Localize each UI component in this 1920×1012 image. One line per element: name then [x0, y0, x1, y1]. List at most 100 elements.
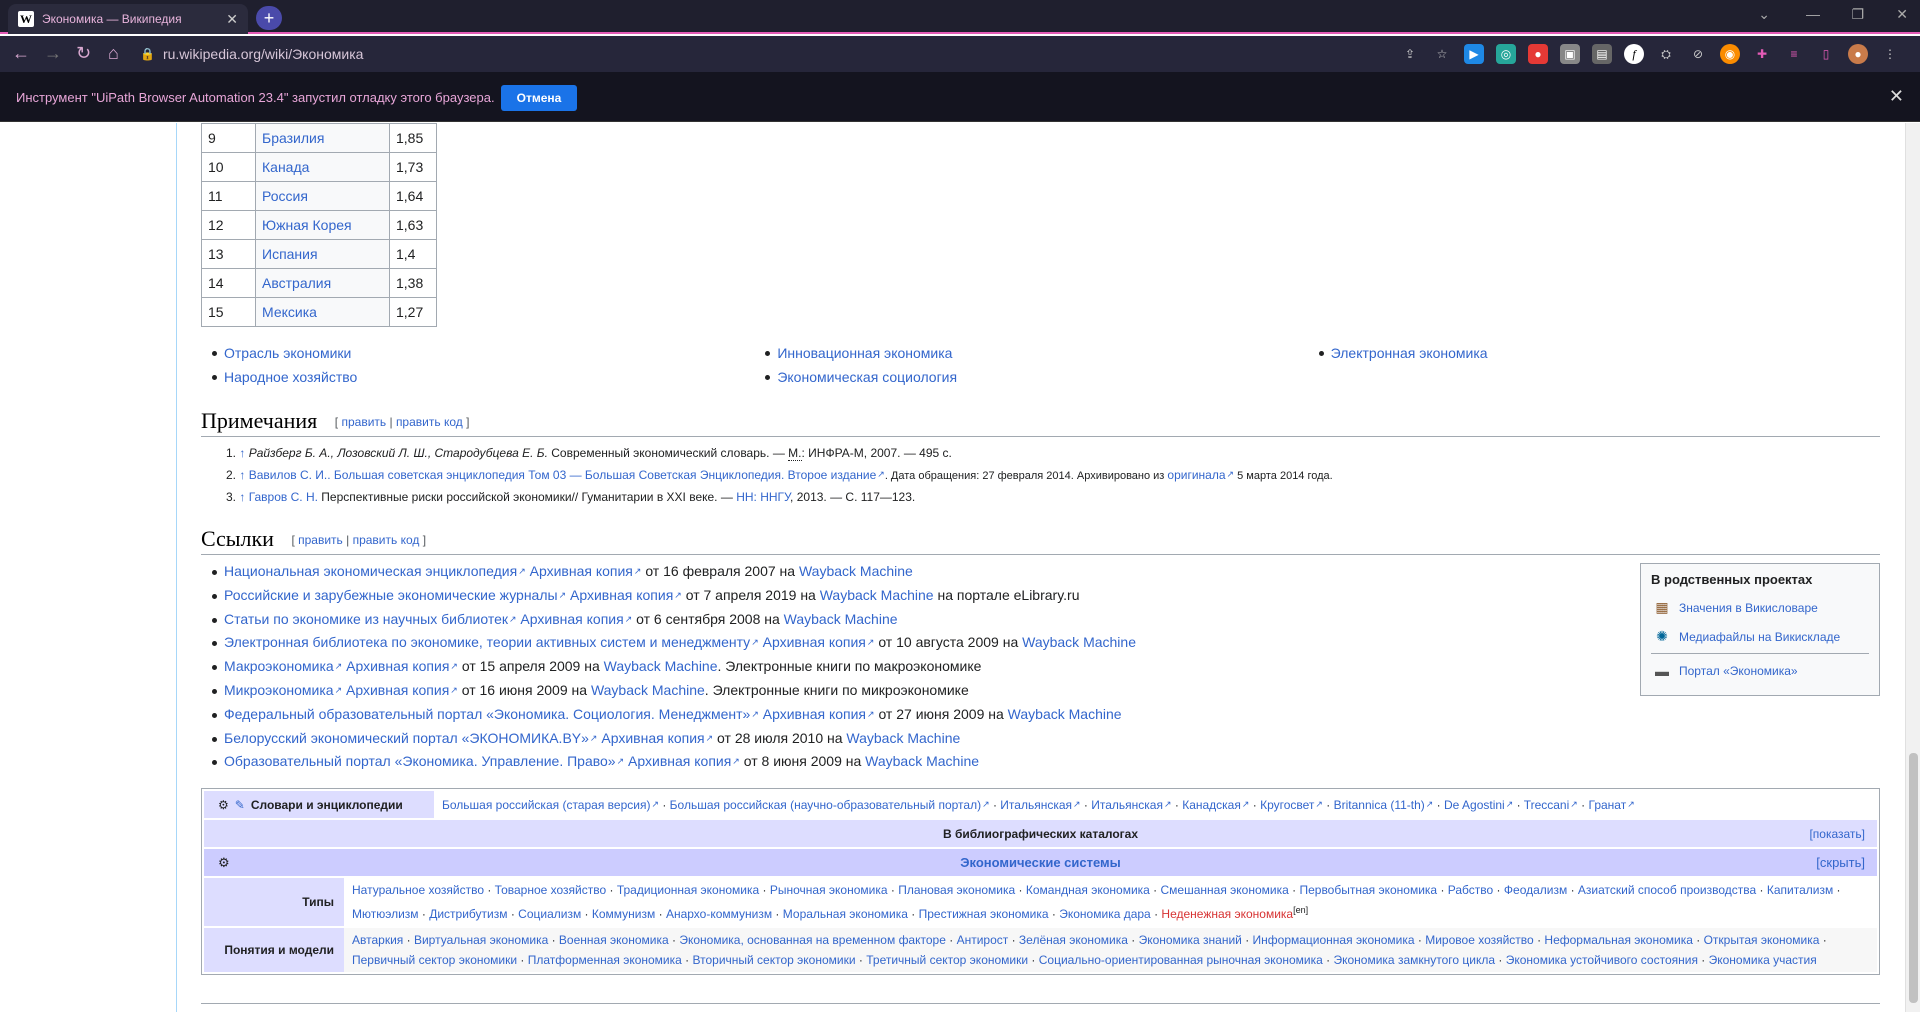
country-link[interactable]: Испания	[262, 246, 318, 262]
navbox-link[interactable]: Treccani	[1524, 798, 1578, 812]
navbox-link[interactable]: Командная экономика	[1026, 883, 1150, 897]
navbox-link[interactable]: Третичный сектор экономики	[866, 953, 1028, 967]
navbox-link[interactable]: Платформенная экономика	[528, 953, 682, 967]
navbox-link[interactable]: De Agostini	[1444, 798, 1513, 812]
navbox-link[interactable]: Большая российская (научно-образовательн…	[670, 798, 990, 812]
archive-link[interactable]: Архивная копия	[520, 611, 632, 627]
note-link[interactable]: НН: ННГУ	[736, 490, 790, 504]
see-also-link[interactable]: Отрасль экономики	[224, 345, 351, 361]
backlink-arrow[interactable]: ↑	[239, 446, 245, 460]
extension-7-icon[interactable]: ⊘	[1688, 44, 1708, 64]
navbox-link[interactable]: Мютюэлизм	[352, 907, 419, 921]
navbox-link[interactable]: Итальянская	[1000, 798, 1080, 812]
navbox-link[interactable]: Мировое хозяйство	[1425, 933, 1534, 947]
navbox-link[interactable]: Экономика замкнутого цикла	[1333, 953, 1495, 967]
navbox-link[interactable]: Открытая экономика	[1704, 933, 1820, 947]
edit-link[interactable]: править	[298, 533, 343, 547]
close-tab-icon[interactable]: ✕	[226, 11, 238, 28]
navbox-link[interactable]: Дистрибутизм	[429, 907, 507, 921]
navbox-link[interactable]: Товарное хозяйство	[495, 883, 606, 897]
external-link[interactable]: Федеральный образовательный портал «Экон…	[224, 706, 759, 722]
navbox-link[interactable]: Экономика устойчивого состояния	[1506, 953, 1698, 967]
economic-systems-title[interactable]: Экономические системы	[960, 855, 1121, 870]
archive-link[interactable]: Архивная копия	[601, 730, 713, 746]
navbox-link[interactable]: Вторичный сектор экономики	[693, 953, 856, 967]
external-link[interactable]: Макроэкономика	[224, 658, 342, 674]
lock-icon[interactable]: 🔒	[140, 47, 155, 61]
navbox-link[interactable]: Азиатский способ производства	[1578, 883, 1756, 897]
archive-link[interactable]: Архивная копия	[570, 587, 682, 603]
country-link[interactable]: Южная Корея	[262, 217, 352, 233]
wayback-machine-link[interactable]: Wayback Machine	[799, 563, 913, 579]
wayback-machine-link[interactable]: Wayback Machine	[846, 730, 960, 746]
navbox-link[interactable]: Экономика, основанная на временном факто…	[679, 933, 946, 947]
wayback-machine-link[interactable]: Wayback Machine	[591, 682, 705, 698]
portal-item[interactable]: ▬ Портал «Экономика»	[1651, 656, 1869, 685]
hide-toggle[interactable]: [скрыть]	[1816, 855, 1865, 870]
navbox-link[interactable]: Britannica (11-th)	[1334, 798, 1434, 812]
back-icon[interactable]: ←	[12, 44, 30, 62]
share-icon[interactable]: ⇪	[1400, 44, 1420, 64]
navbox-link[interactable]: Социализм	[518, 907, 581, 921]
note-link[interactable]: Вавилов С. И.. Большая советская энцикло…	[249, 468, 885, 482]
country-link[interactable]: Бразилия	[262, 130, 324, 146]
wayback-machine-link[interactable]: Wayback Machine	[604, 658, 718, 674]
navbox-link[interactable]: Зелёная экономика	[1019, 933, 1128, 947]
wiktionary-link[interactable]: Значения в Викисловаре	[1679, 601, 1818, 615]
forward-icon[interactable]: →	[44, 44, 62, 62]
wayback-machine-link[interactable]: Wayback Machine	[784, 611, 898, 627]
wayback-machine-link[interactable]: Wayback Machine	[1022, 634, 1136, 650]
navbox-link[interactable]: Смешанная экономика	[1161, 883, 1289, 897]
gear-icon[interactable]: ⚙	[218, 855, 230, 871]
navbox-link[interactable]: Экономика дара	[1059, 907, 1150, 921]
navbox-link[interactable]: Первобытная экономика	[1299, 883, 1437, 897]
side-panel-icon[interactable]: ▯	[1816, 44, 1836, 64]
extension-1-icon[interactable]: ▶	[1464, 44, 1484, 64]
navbox-link[interactable]: Канадская	[1182, 798, 1249, 812]
extension-8-icon[interactable]: ◉	[1720, 44, 1740, 64]
navbox-link[interactable]: Кругосвет	[1260, 798, 1323, 812]
bookmark-star-icon[interactable]: ☆	[1432, 44, 1452, 64]
menu-kebab-icon[interactable]: ⋮	[1880, 44, 1900, 64]
navbox-link[interactable]: Коммунизм	[592, 907, 655, 921]
wayback-machine-link[interactable]: Wayback Machine	[1008, 706, 1122, 722]
restore-button[interactable]: ❐	[1851, 6, 1864, 23]
navbox-link[interactable]: Моральная экономика	[783, 907, 908, 921]
external-link[interactable]: Российские и зарубежные экономические жу…	[224, 587, 566, 603]
gear-icon[interactable]: ⚙	[218, 798, 229, 812]
extension-3-icon[interactable]: ●	[1528, 44, 1548, 64]
home-icon[interactable]: ⌂	[108, 44, 119, 62]
navbox-link[interactable]: Виртуальная экономика	[414, 933, 548, 947]
external-link[interactable]: Национальная экономическая энциклопедия	[224, 563, 526, 579]
archive-link[interactable]: Архивная копия	[346, 682, 458, 698]
navbox-link[interactable]: Плановая экономика	[898, 883, 1015, 897]
pencil-icon[interactable]: ✎	[235, 798, 245, 812]
media-icon[interactable]: ≡	[1784, 44, 1804, 64]
archive-link[interactable]: Архивная копия	[628, 753, 740, 769]
note-link[interactable]: Гавров С. Н.	[249, 490, 318, 504]
navbox-link[interactable]: Капитализм	[1767, 883, 1833, 897]
note-link[interactable]: оригинала	[1167, 468, 1234, 482]
see-also-link[interactable]: Экономическая социология	[777, 369, 957, 385]
navbox-link[interactable]: Анархо-коммунизм	[666, 907, 772, 921]
navbox-link[interactable]: Традиционная экономика	[617, 883, 759, 897]
archive-link[interactable]: Архивная копия	[763, 634, 875, 650]
commons-link[interactable]: Медиафайлы на Викискладе	[1679, 630, 1840, 644]
navbox-link[interactable]: Большая российская (старая версия)	[442, 798, 659, 812]
external-link[interactable]: Статьи по экономике из научных библиотек	[224, 611, 517, 627]
navbox-link[interactable]: Рыночная экономика	[770, 883, 888, 897]
navbox-link[interactable]: Автаркия	[352, 933, 403, 947]
backlink-arrow[interactable]: ↑	[239, 468, 245, 482]
cancel-button[interactable]: Отмена	[501, 85, 577, 111]
wiktionary-item[interactable]: ▦ Значения в Викисловаре	[1651, 593, 1869, 622]
extension-4-icon[interactable]: ▣	[1560, 44, 1580, 64]
external-link[interactable]: Электронная библиотека по экономике, тео…	[224, 634, 759, 650]
show-toggle[interactable]: [показать]	[1809, 827, 1865, 841]
navbox-link[interactable]: Экономика знаний	[1139, 933, 1242, 947]
wayback-machine-link[interactable]: Wayback Machine	[820, 587, 934, 603]
navbox-link[interactable]: Первичный сектор экономики	[352, 953, 517, 967]
archive-link[interactable]: Архивная копия	[346, 658, 458, 674]
navbox-link[interactable]: Феодализм	[1504, 883, 1567, 897]
navbox-link[interactable]: Неформальная экономика	[1544, 933, 1693, 947]
extension-6-icon[interactable]: ⛭	[1656, 44, 1676, 64]
